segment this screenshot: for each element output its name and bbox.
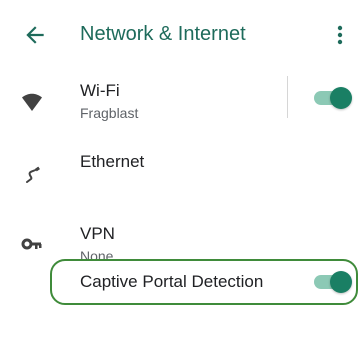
wifi-toggle[interactable] (312, 87, 352, 109)
page-title: Network & Internet (80, 23, 246, 45)
wifi-icon (20, 90, 44, 114)
overflow-menu-button[interactable] (330, 20, 350, 50)
captive-portal-label: Captive Portal Detection (80, 272, 264, 291)
wifi-row[interactable]: Wi-Fi Fragblast (0, 72, 363, 132)
ethernet-row[interactable]: Ethernet (0, 138, 363, 198)
wifi-network-name: Fragblast (80, 105, 139, 121)
toggle-thumb (330, 87, 352, 109)
vpn-key-icon (20, 232, 44, 256)
toggle-thumb (330, 271, 352, 293)
captive-portal-row[interactable]: Captive Portal Detection (0, 261, 363, 303)
arrow-back-icon (26, 26, 44, 44)
network-internet-screen: Network & Internet Wi-Fi Fragblast Ether… (0, 0, 363, 349)
ethernet-label: Ethernet (80, 152, 145, 171)
captive-portal-toggle[interactable] (312, 271, 352, 293)
wifi-divider (287, 76, 288, 118)
more-vert-icon (337, 25, 343, 45)
ethernet-icon (20, 162, 44, 186)
wifi-label: Wi-Fi (80, 81, 120, 100)
app-bar: Network & Internet (0, 0, 363, 70)
back-button[interactable] (22, 22, 48, 48)
vpn-label: VPN (80, 224, 115, 243)
